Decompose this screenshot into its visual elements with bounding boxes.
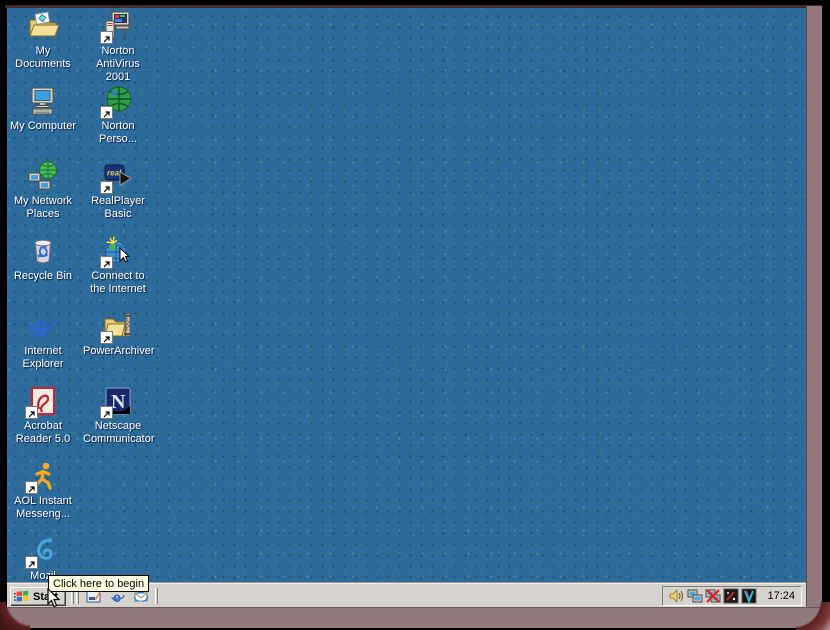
- volume-icon[interactable]: [669, 588, 685, 604]
- taskbar-grip[interactable]: [155, 588, 158, 604]
- shortcut-arrow-icon: [101, 182, 112, 193]
- my-documents-icon: [27, 10, 59, 42]
- shortcut-arrow-icon: [101, 32, 112, 43]
- shortcut-arrow-icon: [101, 257, 112, 268]
- icon-label: Acrobat Reader 5.0: [8, 420, 78, 446]
- desktop-background[interactable]: My Documents My Computer My Network Plac…: [7, 8, 806, 607]
- desktop-icon-my-computer[interactable]: My Computer: [8, 85, 78, 133]
- desktop-icon-powerarchiver[interactable]: PowerArchiver: [83, 310, 153, 358]
- desktop-icon-my-documents[interactable]: My Documents: [8, 10, 78, 71]
- icon-label: AOL Instant Messeng...: [8, 495, 78, 521]
- icon-label: Recycle Bin: [8, 270, 78, 283]
- tray-clock[interactable]: 17:24: [767, 590, 795, 602]
- bezel-top-line: [5, 5, 822, 8]
- icon-label: Netscape Communicator: [83, 420, 153, 446]
- system-tray: 17:24: [662, 586, 802, 606]
- desktop-icon-aol-instant-messenger[interactable]: AOL Instant Messeng...: [8, 460, 78, 521]
- shortcut-arrow-icon: [26, 482, 37, 493]
- network-offline-icon[interactable]: [705, 588, 721, 604]
- monitor-frame: My Documents My Computer My Network Plac…: [0, 0, 830, 630]
- icon-label: PowerArchiver: [83, 345, 153, 358]
- mouse-cursor-icon: [47, 588, 61, 607]
- icon-label: Connect to the Internet: [83, 270, 153, 296]
- shortcut-arrow-icon: [101, 107, 112, 118]
- internet-explorer-icon: e: [27, 310, 59, 342]
- svg-text:e: e: [33, 311, 50, 342]
- start-tooltip: Click here to begin: [48, 575, 149, 592]
- network-icon[interactable]: [687, 588, 703, 604]
- bezel-bottom: [5, 607, 822, 628]
- recycle-bin-icon: [27, 235, 59, 267]
- desktop-icon-my-network-places[interactable]: My Network Places: [8, 160, 78, 221]
- shortcut-arrow-icon: [26, 407, 37, 418]
- desktop-icon-realplayer[interactable]: real RealPlayer Basic: [83, 160, 153, 221]
- icon-label: Internet Explorer: [8, 345, 78, 371]
- desktop-icon-internet-explorer[interactable]: e Internet Explorer: [8, 310, 78, 371]
- icon-label: My Documents: [8, 45, 78, 71]
- shortcut-arrow-icon: [101, 407, 112, 418]
- dark-app-icon[interactable]: [723, 588, 739, 604]
- windows-flag-icon: [14, 589, 30, 604]
- icon-label: My Network Places: [8, 195, 78, 221]
- icon-label: My Computer: [8, 120, 78, 133]
- desktop-icon-norton-personal[interactable]: Norton Perso...: [83, 85, 153, 146]
- shortcut-arrow-icon: [26, 557, 37, 568]
- shortcut-arrow-icon: [101, 332, 112, 343]
- my-network-places-icon: [27, 160, 59, 192]
- desktop-icon-acrobat-reader[interactable]: Acrobat Reader 5.0: [8, 385, 78, 446]
- bezel-right: [806, 6, 822, 628]
- svg-text:N: N: [111, 391, 126, 413]
- desktop-icon-norton-antivirus[interactable]: Norton AntiVirus 2001: [83, 10, 153, 84]
- desktop-icon-recycle-bin[interactable]: Recycle Bin: [8, 235, 78, 283]
- v-app-icon[interactable]: [741, 588, 757, 604]
- my-computer-icon: [27, 85, 59, 117]
- icon-label: RealPlayer Basic: [83, 195, 153, 221]
- icon-label: Norton AntiVirus 2001: [83, 45, 153, 84]
- desktop-icon-connect-internet[interactable]: Connect to the Internet: [83, 235, 153, 296]
- icon-label: Norton Perso...: [83, 120, 153, 146]
- desktop-icon-netscape[interactable]: N Netscape Communicator: [83, 385, 153, 446]
